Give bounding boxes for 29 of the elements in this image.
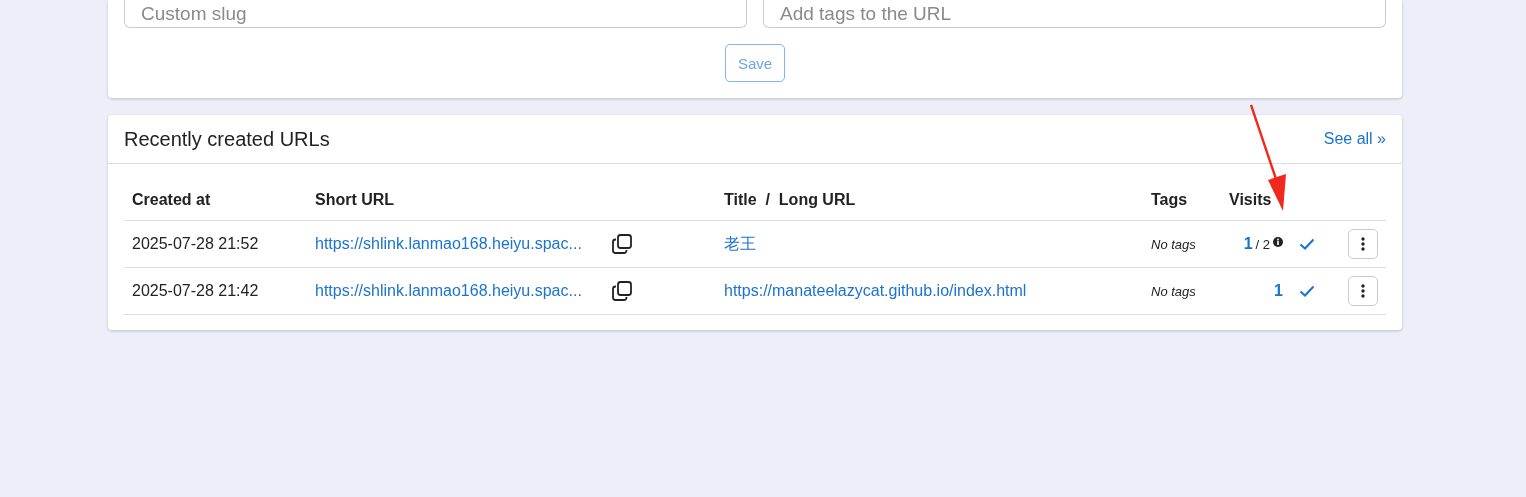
slug-field[interactable]: Custom slug: [124, 0, 747, 28]
menu-button[interactable]: [1348, 229, 1378, 259]
column-header: Title / Long URL: [716, 180, 1143, 221]
visits-count[interactable]: 1: [1243, 235, 1253, 253]
column-header: Created at: [124, 180, 307, 221]
menu-button[interactable]: [1348, 276, 1378, 306]
short-url-link[interactable]: https://shlink.lanmao168.heiyu.spac...: [315, 235, 582, 253]
check-icon: [1299, 285, 1315, 297]
column-header: Tags: [1143, 180, 1221, 221]
tags-field[interactable]: Add tags to the URL: [763, 0, 1386, 28]
max-visits: / 2: [1255, 237, 1270, 252]
more-icon: [1361, 237, 1365, 251]
more-icon: [1361, 284, 1365, 298]
copy-icon[interactable]: [611, 280, 633, 302]
long-url-link[interactable]: 老王: [724, 234, 756, 252]
tags-text: No tags: [1151, 284, 1196, 299]
copy-icon[interactable]: [611, 233, 633, 255]
card-title: Recently created URLs: [124, 127, 330, 151]
created-at-cell: 2025-07-28 21:42: [124, 267, 307, 315]
column-header: Short URL: [307, 180, 716, 221]
created-at-cell: 2025-07-28 21:52: [124, 220, 307, 268]
visits-count[interactable]: 1: [1274, 282, 1283, 300]
save-button[interactable]: Save: [724, 44, 786, 82]
tags-text: No tags: [1151, 237, 1196, 252]
see-all-link[interactable]: See all »: [1323, 130, 1386, 148]
short-url-link[interactable]: https://shlink.lanmao168.heiyu.spac...: [315, 282, 582, 300]
info-icon: [1273, 237, 1283, 247]
check-icon: [1299, 238, 1315, 250]
long-url-link[interactable]: https://manateelazycat.github.io/index.html: [724, 282, 1027, 299]
